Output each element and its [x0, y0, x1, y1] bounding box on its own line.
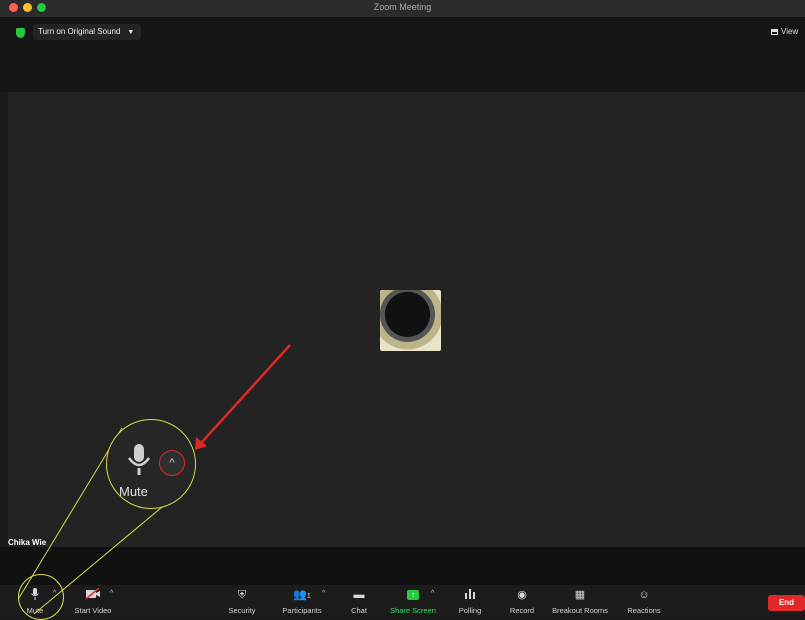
chevron-down-icon: ▼ — [127, 29, 135, 36]
participant-name: Chika Wie — [8, 538, 47, 547]
chevron-up-icon[interactable]: ^ — [159, 450, 185, 476]
mute-highlight-circle — [18, 574, 64, 620]
participants-button[interactable]: 👥1 Participants — [276, 585, 328, 615]
participants-count: 1 — [306, 593, 311, 600]
window-title-bar: Zoom Meeting — [0, 0, 805, 18]
stage-bottom-strip — [0, 547, 805, 585]
record-icon: ◉ — [517, 589, 527, 601]
chat-bubble-icon: ▬ — [353, 589, 365, 601]
polling-button[interactable]: Polling — [454, 585, 486, 615]
record-button[interactable]: ◉ Record — [506, 585, 538, 615]
window-title: Zoom Meeting — [373, 2, 432, 12]
bar-chart-icon — [454, 588, 486, 602]
breakout-rooms-button[interactable]: ▦ Breakout Rooms — [551, 585, 609, 615]
microphone-icon — [127, 444, 151, 476]
video-options-caret-icon[interactable]: ^ — [110, 590, 113, 597]
original-sound-button[interactable]: Turn on Original Sound ▼ — [33, 24, 142, 40]
reactions-button[interactable]: ☺ Reactions — [624, 585, 664, 615]
view-icon — [771, 28, 778, 35]
original-sound-label: Turn on Original Sound — [38, 27, 121, 36]
end-meeting-button[interactable]: End — [768, 595, 805, 611]
callout-mute-label: Mute — [119, 484, 148, 499]
meeting-toolbar: Mute ^ Start Video ^ ⛨ Security 👥1 Parti… — [0, 585, 805, 615]
grid-icon: ▦ — [574, 589, 586, 601]
share-options-caret-icon[interactable]: ^ — [431, 590, 434, 597]
participant-avatar — [380, 290, 441, 351]
participants-icon: 👥1 — [293, 589, 311, 601]
emoji-plus-icon: ☺ — [638, 589, 650, 601]
chat-button[interactable]: ▬ Chat — [345, 585, 373, 615]
security-shield-icon: ⛨ — [237, 589, 247, 601]
security-button[interactable]: ⛨ Security — [222, 585, 262, 615]
zoom-callout: Mute ^ — [106, 419, 196, 509]
shield-icon[interactable] — [16, 28, 25, 38]
view-label: View — [781, 27, 799, 36]
view-button[interactable]: View — [771, 25, 798, 39]
participants-caret-icon[interactable]: ^ — [322, 590, 325, 597]
